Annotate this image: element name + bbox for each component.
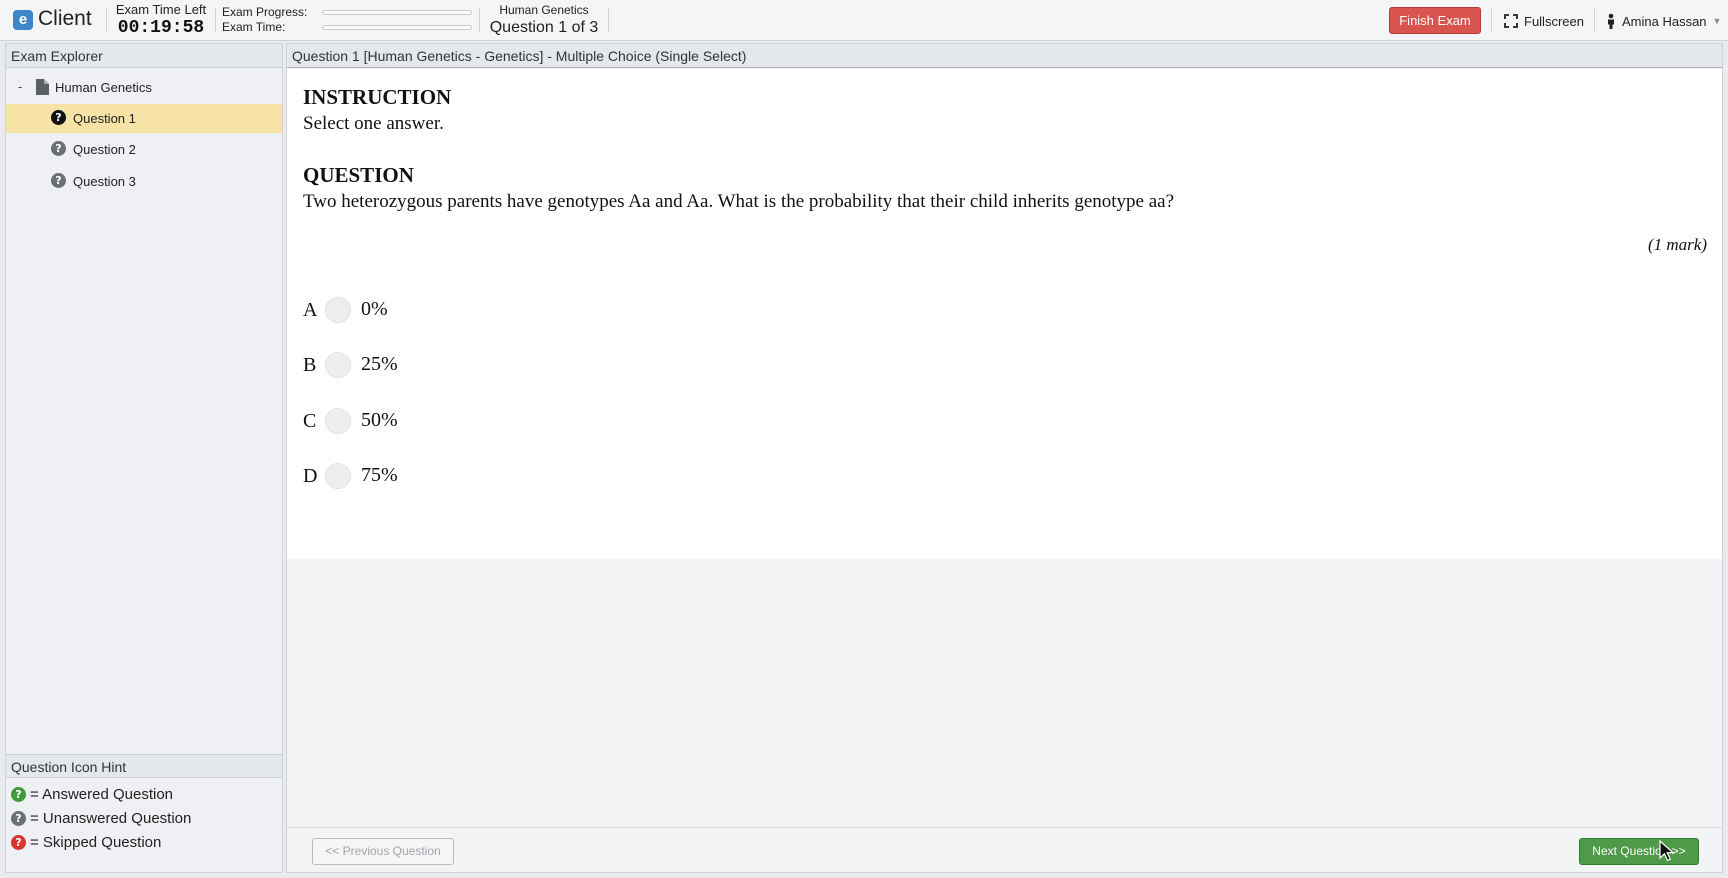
option-radio[interactable] xyxy=(325,297,351,323)
divider xyxy=(215,8,216,32)
exam-explorer-title: Exam Explorer xyxy=(6,44,282,68)
instruction-title: INSTRUCTION xyxy=(303,85,452,109)
question-counter: Question 1 of 3 xyxy=(489,19,599,36)
divider xyxy=(106,8,107,32)
question-unanswered-icon: ? xyxy=(51,173,66,188)
exam-progress-label: Exam Progress: xyxy=(222,5,308,19)
exam-time-label: Exam Time: xyxy=(222,20,286,34)
option-letter: D xyxy=(303,465,318,487)
question-header: Question 1 [Human Genetics - Genetics] -… xyxy=(287,44,1722,68)
top-bar: e Client Exam Time Left 00:19:58 Exam Pr… xyxy=(0,0,1728,41)
divider xyxy=(479,8,480,32)
tree-root-human-genetics[interactable]: - Human Genetics xyxy=(6,72,282,102)
hint-text: = Unanswered Question xyxy=(30,809,192,827)
hint-text: = Skipped Question xyxy=(30,833,162,851)
question-text: Two heterozygous parents have genotypes … xyxy=(303,191,1175,212)
question-footer: << Previous Question Next Question >> xyxy=(287,827,1722,872)
question-title: QUESTION xyxy=(303,163,414,187)
tree-root-label: Human Genetics xyxy=(55,80,152,95)
question-icon-hint-panel: Question Icon Hint ? = Answered Question… xyxy=(6,754,282,872)
exam-explorer-panel: Exam Explorer - Human Genetics ? Questio… xyxy=(5,43,283,873)
app-logo-icon: e xyxy=(13,10,33,30)
question-panel: Question 1 [Human Genetics - Genetics] -… xyxy=(286,43,1723,873)
option-text: 0% xyxy=(361,298,388,320)
next-question-button[interactable]: Next Question >> xyxy=(1579,838,1699,865)
question-current-icon: ? xyxy=(51,110,66,125)
question-content: INSTRUCTION Select one answer. QUESTION … xyxy=(287,69,1722,559)
option-radio[interactable] xyxy=(325,463,351,489)
time-left-label: Exam Time Left xyxy=(115,2,207,17)
option-text: 75% xyxy=(361,464,398,486)
exam-time-bar xyxy=(322,25,472,30)
option-text: 25% xyxy=(361,353,398,375)
time-left-value: 00:19:58 xyxy=(117,18,205,38)
skipped-question-icon: ? xyxy=(11,834,26,850)
unanswered-question-icon: ? xyxy=(11,810,26,826)
option-letter: B xyxy=(303,354,317,376)
sidebar-item-label: Question 2 xyxy=(73,142,136,157)
divider xyxy=(1594,8,1595,32)
hint-title: Question Icon Hint xyxy=(6,754,282,778)
user-icon xyxy=(1608,13,1614,29)
option-letter: C xyxy=(303,410,317,432)
question-unanswered-icon: ? xyxy=(51,141,66,156)
document-icon xyxy=(36,79,49,95)
answered-question-icon: ? xyxy=(11,786,26,802)
hint-text: = Answered Question xyxy=(30,785,174,803)
sidebar-item-label: Question 3 xyxy=(73,174,136,189)
option-text: 50% xyxy=(361,409,398,431)
divider xyxy=(1491,8,1492,32)
chevron-down-icon: ▼ xyxy=(1712,16,1722,26)
app-title: Client xyxy=(38,7,92,30)
mouse-cursor-icon xyxy=(1659,840,1675,862)
sidebar-item-label: Question 1 xyxy=(73,111,136,126)
question-marks: (1 mark) xyxy=(1647,235,1707,254)
exam-topic: Human Genetics xyxy=(499,3,589,17)
option-letter: A xyxy=(303,299,318,321)
option-radio[interactable] xyxy=(325,408,351,434)
hint-unanswered: ? = Unanswered Question xyxy=(6,806,282,830)
fullscreen-label: Fullscreen xyxy=(1524,13,1584,29)
exam-progress-bar xyxy=(322,10,472,15)
sidebar-item-question-2[interactable]: ? Question 2 xyxy=(6,135,282,164)
sidebar-item-question-1[interactable]: ? Question 1 xyxy=(6,104,282,133)
user-name: Amina Hassan xyxy=(1622,13,1707,29)
hint-skipped: ? = Skipped Question xyxy=(6,830,282,854)
fullscreen-icon xyxy=(1504,14,1518,28)
instruction-text: Select one answer. xyxy=(303,113,444,134)
user-menu-button[interactable]: Amina Hassan ▼ xyxy=(1606,11,1721,31)
finish-exam-button[interactable]: Finish Exam xyxy=(1389,7,1481,34)
sidebar-item-question-3[interactable]: ? Question 3 xyxy=(6,167,282,196)
tree-collapse-toggle[interactable]: - xyxy=(18,79,22,94)
previous-question-button[interactable]: << Previous Question xyxy=(312,838,454,865)
hint-answered: ? = Answered Question xyxy=(6,782,282,806)
option-radio[interactable] xyxy=(325,352,351,378)
fullscreen-button[interactable]: Fullscreen xyxy=(1504,11,1584,31)
divider xyxy=(608,8,609,32)
